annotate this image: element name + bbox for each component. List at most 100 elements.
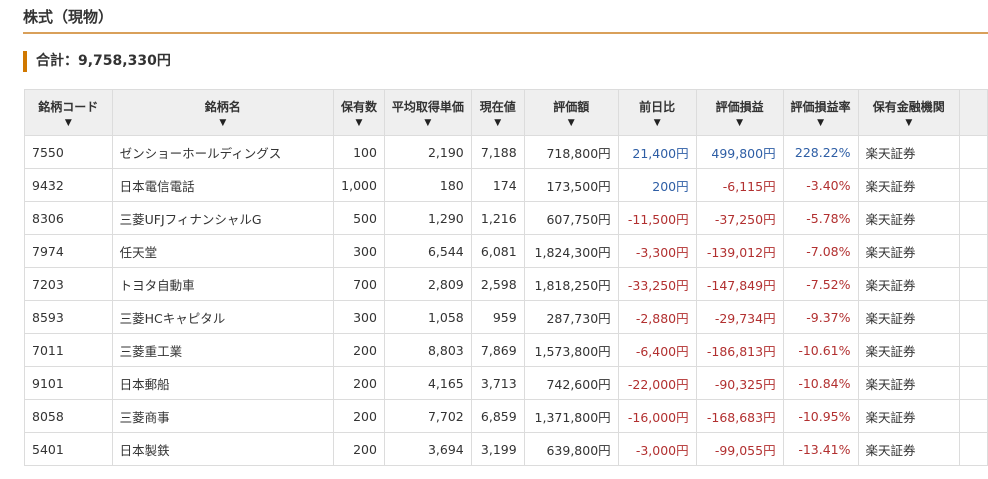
cell-value: 1,573,800円 [523, 333, 619, 367]
cell-value: 287,730円 [523, 300, 619, 334]
cell-value: 742,600円 [523, 366, 619, 400]
cell-name: 三菱重工業 [111, 333, 334, 367]
cell-pl: -29,734円 [695, 300, 784, 334]
cell-broker: 楽天証券 [857, 267, 961, 301]
cell-code: 5401 [24, 432, 113, 466]
cell-value: 718,800円 [523, 135, 619, 169]
cell-avg-cost: 7,702 [383, 399, 472, 433]
cell-name: 日本郵船 [111, 366, 334, 400]
table-row: 8593 三菱HCキャピタル 300 1,058 959 287,730円 -2,880円 -… [24, 300, 988, 334]
cell-pl: -90,325円 [695, 366, 784, 400]
sort-down-icon[interactable]: ▼ [25, 118, 112, 128]
header-label: 評価損益率 [790, 100, 851, 114]
cell-quantity: 200 [332, 399, 385, 433]
cell-change: -3,000円 [617, 432, 697, 466]
cell-pl-rate: 228.22% [782, 135, 859, 169]
cell-broker: 楽天証券 [857, 168, 961, 202]
cell-name: 三菱HCキャピタル [111, 300, 334, 334]
header-label: 評価額 [553, 100, 590, 114]
cell-price: 174 [470, 168, 525, 202]
col-header-pl-rate: 評価損益率 ▼ [782, 89, 859, 136]
cell-broker: 楽天証券 [857, 300, 961, 334]
cell-name: 三菱UFJフィナンシャルG [111, 201, 334, 235]
cell-pl-rate: -13.41% [782, 432, 859, 466]
cell-name: ゼンショーホールディングス [111, 135, 334, 169]
col-header-avg-cost: 平均取得単価 ▼ [383, 89, 472, 136]
col-header-extra [959, 89, 988, 136]
header-label: 評価損益 [715, 100, 764, 114]
cell-quantity: 100 [332, 135, 385, 169]
sort-down-icon[interactable]: ▼ [784, 118, 858, 128]
cell-code: 9101 [24, 366, 113, 400]
sort-down-icon[interactable]: ▼ [697, 118, 783, 128]
cell-code: 9432 [24, 168, 113, 202]
cell-code: 7011 [24, 333, 113, 367]
table-header-row: 銘柄コード ▼ 銘柄名 ▼ 保有数 ▼ 平均取得単価 ▼ 現在値 ▼ 評価額 ▼ 前日比 ▼ … [24, 89, 988, 136]
cell-extra [959, 135, 988, 169]
cell-pl: -37,250円 [695, 201, 784, 235]
table-row: 9432 日本電信電話 1,000 180 174 173,500円 200円 -6,115円… [24, 168, 988, 202]
table-row: 7203 トヨタ自動車 700 2,809 2,598 1,818,250円 -33,250… [24, 267, 988, 301]
cell-avg-cost: 2,809 [383, 267, 472, 301]
cell-code: 7974 [24, 234, 113, 268]
cell-pl-rate: -7.08% [782, 234, 859, 268]
sort-down-icon[interactable]: ▼ [113, 118, 333, 128]
sort-down-icon[interactable]: ▼ [619, 118, 696, 128]
table-row: 7974 任天堂 300 6,544 6,081 1,824,300円 -3,300円 -13… [24, 234, 988, 268]
cell-value: 1,824,300円 [523, 234, 619, 268]
cell-price: 7,869 [470, 333, 525, 367]
cell-broker: 楽天証券 [857, 399, 961, 433]
table-row: 7550 ゼンショーホールディングス 100 2,190 7,188 718,800円 21… [24, 135, 988, 169]
col-header-name: 銘柄名 ▼ [111, 89, 334, 136]
cell-avg-cost: 8,803 [383, 333, 472, 367]
cell-extra [959, 366, 988, 400]
cell-avg-cost: 6,544 [383, 234, 472, 268]
cell-broker: 楽天証券 [857, 333, 961, 367]
cell-change: -33,250円 [617, 267, 697, 301]
cell-extra [959, 168, 988, 202]
cell-change: -2,880円 [617, 300, 697, 334]
col-header-value: 評価額 ▼ [523, 89, 619, 136]
sort-down-icon[interactable]: ▼ [472, 118, 524, 128]
cell-extra [959, 201, 988, 235]
holdings-table: 銘柄コード ▼ 銘柄名 ▼ 保有数 ▼ 平均取得単価 ▼ 現在値 ▼ 評価額 ▼ 前日比 ▼ … [24, 89, 988, 466]
cell-broker: 楽天証券 [857, 432, 961, 466]
header-label: 平均取得単価 [391, 100, 464, 114]
sort-down-icon[interactable]: ▼ [859, 118, 960, 128]
cell-quantity: 200 [332, 432, 385, 466]
cell-value: 639,800円 [523, 432, 619, 466]
cell-avg-cost: 2,190 [383, 135, 472, 169]
cell-extra [959, 399, 988, 433]
cell-name: 三菱商事 [111, 399, 334, 433]
cell-price: 7,188 [470, 135, 525, 169]
cell-quantity: 300 [332, 300, 385, 334]
cell-pl: -6,115円 [695, 168, 784, 202]
cell-pl: -147,849円 [695, 267, 784, 301]
table-row: 7011 三菱重工業 200 8,803 7,869 1,573,800円 -6,400円 -… [24, 333, 988, 367]
cell-code: 7203 [24, 267, 113, 301]
cell-pl-rate: -9.37% [782, 300, 859, 334]
cell-broker: 楽天証券 [857, 366, 961, 400]
cell-change: -11,500円 [617, 201, 697, 235]
cell-pl-rate: -5.78% [782, 201, 859, 235]
cell-quantity: 200 [332, 366, 385, 400]
header-label: 銘柄名 [204, 100, 241, 114]
cell-extra [959, 432, 988, 466]
cell-quantity: 500 [332, 201, 385, 235]
col-header-broker: 保有金融機関 ▼ [857, 89, 961, 136]
cell-pl: -99,055円 [695, 432, 784, 466]
sort-down-icon[interactable]: ▼ [334, 118, 384, 128]
cell-quantity: 300 [332, 234, 385, 268]
cell-avg-cost: 1,290 [383, 201, 472, 235]
sort-down-icon[interactable]: ▼ [385, 118, 471, 128]
cell-value: 607,750円 [523, 201, 619, 235]
cell-name: トヨタ自動車 [111, 267, 334, 301]
header-label: 保有金融機関 [872, 100, 945, 114]
cell-quantity: 200 [332, 333, 385, 367]
cell-price: 959 [470, 300, 525, 334]
cell-pl-rate: -7.52% [782, 267, 859, 301]
table-row: 9101 日本郵船 200 4,165 3,713 742,600円 -22,000円 -90… [24, 366, 988, 400]
col-header-code: 銘柄コード ▼ [24, 89, 113, 136]
sort-down-icon[interactable]: ▼ [525, 118, 618, 128]
cell-extra [959, 300, 988, 334]
